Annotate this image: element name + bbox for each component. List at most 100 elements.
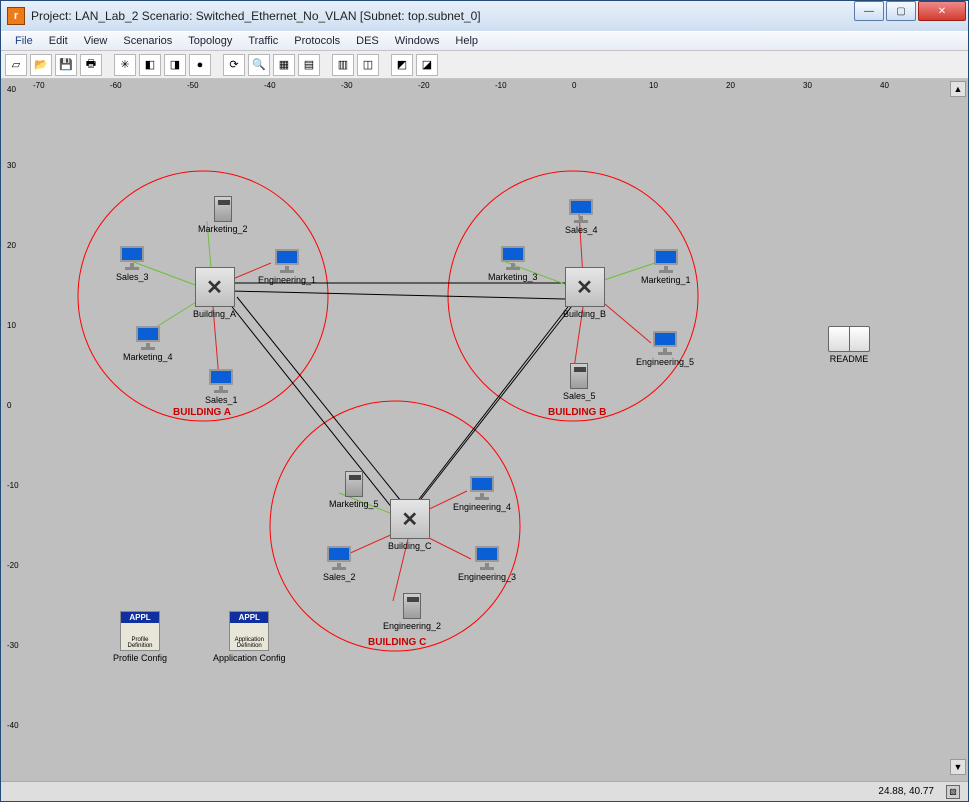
node-sales_5[interactable]: Sales_5 bbox=[563, 363, 596, 401]
tb-save-icon[interactable]: 💾 bbox=[55, 54, 77, 76]
minimize-button[interactable]: — bbox=[854, 1, 884, 21]
book-icon bbox=[828, 326, 870, 352]
node-engineering_4[interactable]: Engineering_4 bbox=[453, 476, 511, 512]
switch-building-a[interactable]: ✕ Building_A bbox=[193, 267, 236, 319]
menu-scenarios[interactable]: Scenarios bbox=[115, 33, 180, 49]
profile-config-label: Profile Config bbox=[113, 653, 167, 663]
tb-new-icon[interactable]: ▱ bbox=[5, 54, 27, 76]
workstation-icon bbox=[118, 246, 146, 270]
statusbar: 24.88, 40.77 ▧ bbox=[1, 781, 968, 801]
node-sales_3[interactable]: Sales_3 bbox=[116, 246, 149, 282]
switch-building-b[interactable]: ✕ Building_B bbox=[563, 267, 606, 319]
node-label: Engineering_5 bbox=[636, 357, 694, 367]
menubar: File Edit View Scenarios Topology Traffi… bbox=[1, 31, 968, 51]
menu-topology[interactable]: Topology bbox=[180, 33, 240, 49]
node-label: Engineering_4 bbox=[453, 502, 511, 512]
node-marketing_5[interactable]: Marketing_5 bbox=[329, 471, 379, 509]
tb-icon-13[interactable]: ▥ bbox=[332, 54, 354, 76]
maximize-button[interactable]: ▢ bbox=[886, 1, 916, 21]
scroll-down-icon[interactable]: ▼ bbox=[950, 759, 966, 775]
menu-des[interactable]: DES bbox=[348, 33, 387, 49]
workstation-icon bbox=[134, 326, 162, 350]
tb-icon-15[interactable]: ◩ bbox=[391, 54, 413, 76]
node-label: Sales_3 bbox=[116, 272, 149, 282]
switch-b-label: Building_B bbox=[563, 309, 606, 319]
tb-icon-10[interactable]: 🔍 bbox=[248, 54, 270, 76]
node-label: Engineering_1 bbox=[258, 275, 316, 285]
node-label: Sales_5 bbox=[563, 391, 596, 401]
switch-icon: ✕ bbox=[565, 267, 605, 307]
building-a-label: BUILDING A bbox=[173, 407, 231, 418]
workstation-icon bbox=[499, 246, 527, 270]
window-controls: — ▢ ✕ bbox=[854, 1, 968, 21]
profile-config[interactable]: APPL ProfileDefinition Profile Config bbox=[113, 611, 167, 663]
status-icon[interactable]: ▧ bbox=[946, 785, 960, 799]
readme-label: README bbox=[830, 354, 869, 364]
topology-canvas[interactable]: -70-60-50-40-30-20-1001020304050 4030201… bbox=[3, 81, 938, 777]
switch-a-label: Building_A bbox=[193, 309, 236, 319]
tb-print-icon[interactable]: 🖶 bbox=[80, 54, 102, 76]
status-coords: 24.88, 40.77 bbox=[878, 786, 934, 797]
node-marketing_3[interactable]: Marketing_3 bbox=[488, 246, 538, 282]
close-button[interactable]: ✕ bbox=[918, 1, 966, 21]
app-window: r Project: LAN_Lab_2 Scenario: Switched_… bbox=[0, 0, 969, 802]
application-config-label: Application Config bbox=[213, 653, 286, 663]
tb-icon-8[interactable]: ● bbox=[189, 54, 211, 76]
switch-icon: ✕ bbox=[390, 499, 430, 539]
tb-sep bbox=[214, 54, 220, 76]
workstation-icon bbox=[652, 249, 680, 273]
menu-file[interactable]: File bbox=[7, 33, 41, 49]
workstation-icon bbox=[468, 476, 496, 500]
titlebar[interactable]: r Project: LAN_Lab_2 Scenario: Switched_… bbox=[1, 1, 968, 31]
tb-sep bbox=[323, 54, 329, 76]
menu-protocols[interactable]: Protocols bbox=[286, 33, 348, 49]
node-label: Marketing_4 bbox=[123, 352, 173, 362]
workstation-icon bbox=[207, 369, 235, 393]
tb-icon-9[interactable]: ⟳ bbox=[223, 54, 245, 76]
workstation-icon bbox=[567, 199, 595, 223]
node-sales_4[interactable]: Sales_4 bbox=[565, 199, 598, 235]
node-marketing_4[interactable]: Marketing_4 bbox=[123, 326, 173, 362]
server-icon bbox=[214, 196, 232, 222]
menu-help[interactable]: Help bbox=[447, 33, 486, 49]
menu-view[interactable]: View bbox=[76, 33, 116, 49]
node-engineering_5[interactable]: Engineering_5 bbox=[636, 331, 694, 367]
server-icon bbox=[403, 593, 421, 619]
menu-traffic[interactable]: Traffic bbox=[240, 33, 286, 49]
tb-sep bbox=[382, 54, 388, 76]
node-marketing_1[interactable]: Marketing_1 bbox=[641, 249, 691, 285]
server-icon bbox=[345, 471, 363, 497]
readme-node[interactable]: README bbox=[828, 326, 870, 364]
tb-open-icon[interactable]: 📂 bbox=[30, 54, 52, 76]
tb-icon-6[interactable]: ◧ bbox=[139, 54, 161, 76]
node-label: Marketing_1 bbox=[641, 275, 691, 285]
window-title: Project: LAN_Lab_2 Scenario: Switched_Et… bbox=[31, 9, 481, 23]
tb-sep bbox=[105, 54, 111, 76]
workstation-icon bbox=[325, 546, 353, 570]
app-icon: r bbox=[7, 7, 25, 25]
workstation-icon bbox=[473, 546, 501, 570]
building-c-label: BUILDING C bbox=[368, 637, 426, 648]
node-engineering_2[interactable]: Engineering_2 bbox=[383, 593, 441, 631]
tb-icon-7[interactable]: ◨ bbox=[164, 54, 186, 76]
menu-windows[interactable]: Windows bbox=[387, 33, 448, 49]
tb-icon-14[interactable]: ◫ bbox=[357, 54, 379, 76]
node-sales_1[interactable]: Sales_1 bbox=[205, 369, 238, 405]
node-engineering_1[interactable]: Engineering_1 bbox=[258, 249, 316, 285]
switch-c-label: Building_C bbox=[388, 541, 432, 551]
tb-icon-12[interactable]: ▤ bbox=[298, 54, 320, 76]
appl-icon: APPL ProfileDefinition bbox=[120, 611, 160, 651]
toolbar: ▱ 📂 💾 🖶 ✳ ◧ ◨ ● ⟳ 🔍 ▦ ▤ ▥ ◫ ◩ ◪ bbox=[1, 51, 968, 79]
node-sales_2[interactable]: Sales_2 bbox=[323, 546, 356, 582]
tb-icon-16[interactable]: ◪ bbox=[416, 54, 438, 76]
appl-icon: APPL ApplicationDefinition bbox=[229, 611, 269, 651]
scroll-up-icon[interactable]: ▲ bbox=[950, 81, 966, 97]
switch-building-c[interactable]: ✕ Building_C bbox=[388, 499, 432, 551]
node-marketing_2[interactable]: Marketing_2 bbox=[198, 196, 248, 234]
tb-icon-11[interactable]: ▦ bbox=[273, 54, 295, 76]
menu-edit[interactable]: Edit bbox=[41, 33, 76, 49]
tb-icon-5[interactable]: ✳ bbox=[114, 54, 136, 76]
application-config[interactable]: APPL ApplicationDefinition Application C… bbox=[213, 611, 286, 663]
node-engineering_3[interactable]: Engineering_3 bbox=[458, 546, 516, 582]
node-label: Marketing_5 bbox=[329, 499, 379, 509]
